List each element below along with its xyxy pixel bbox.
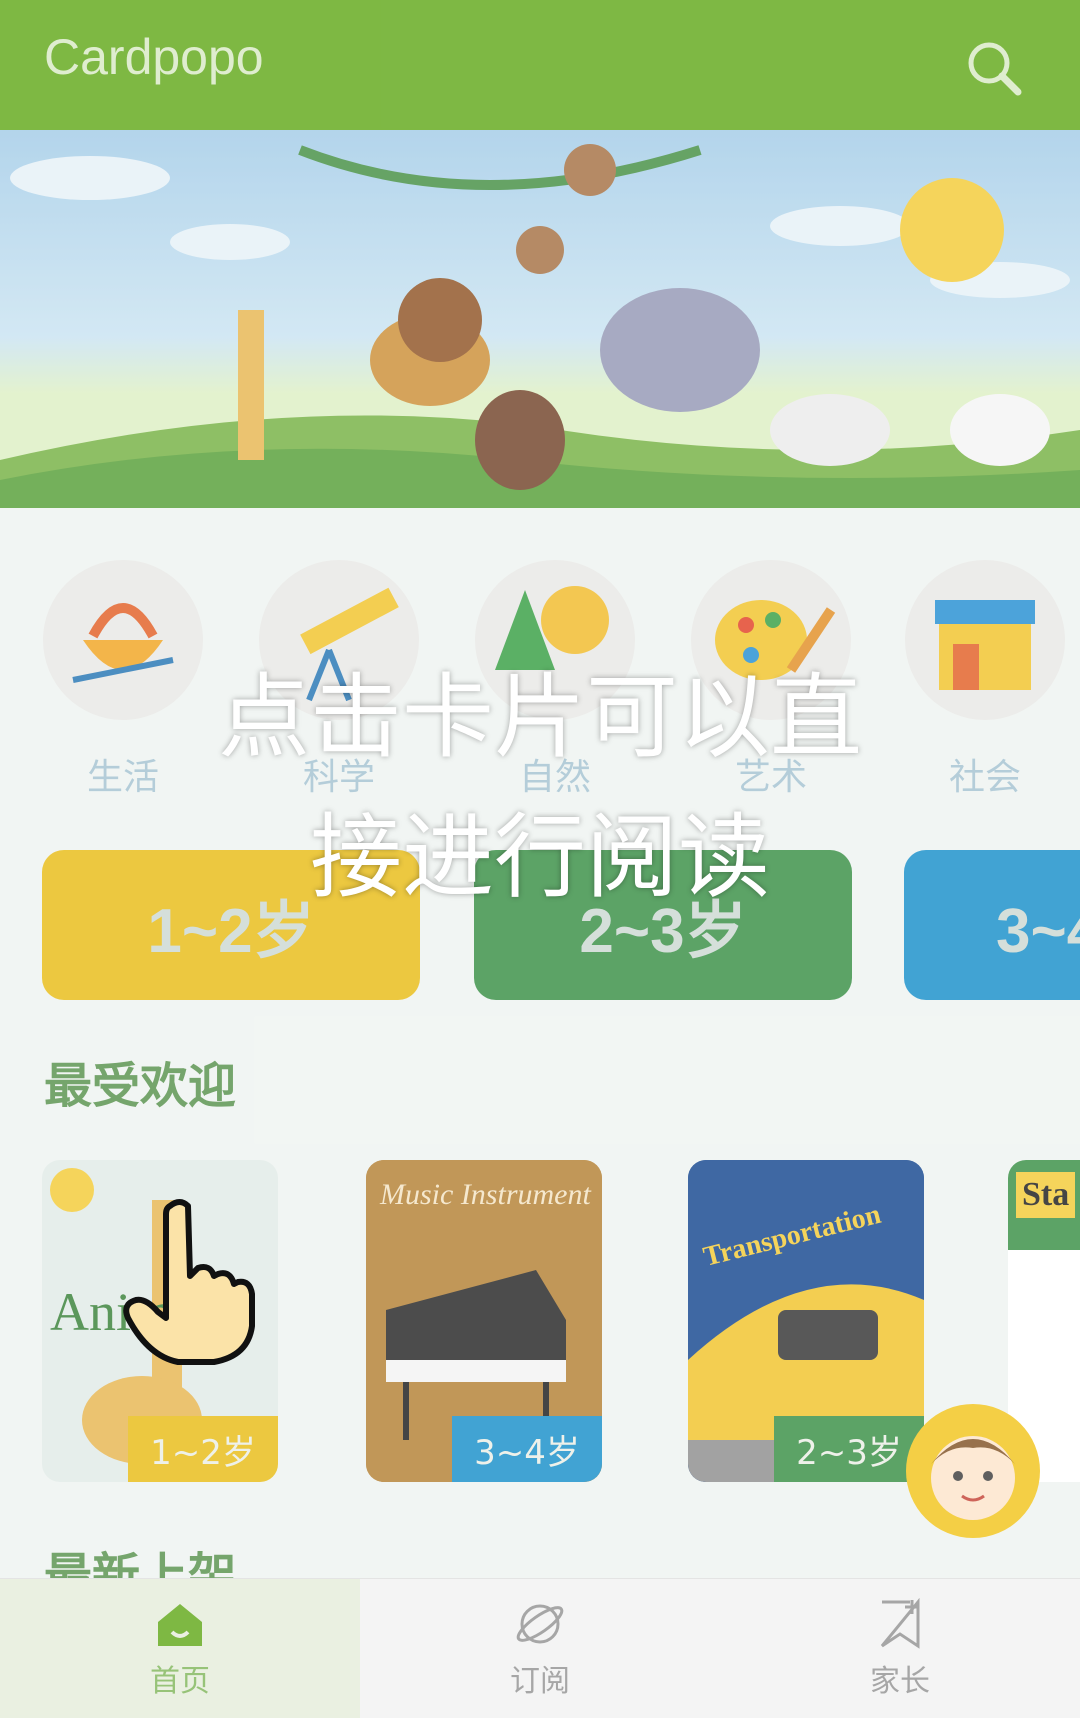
book-card-music[interactable]: Music Instrument 3~4岁 [366, 1160, 602, 1482]
tutorial-hint-text: 点击卡片可以直 接进行阅读 [140, 648, 940, 928]
section-title-popular: 最受欢迎 [44, 1058, 237, 1114]
section-title-newest: 最新上架 [44, 1548, 237, 1582]
top-app-bar: Cardpopo [0, 0, 1080, 130]
age-tag: 1~2岁 [128, 1416, 278, 1482]
mascot-floating-button[interactable] [906, 1404, 1040, 1538]
age-tag: 3~4岁 [452, 1416, 602, 1482]
search-icon[interactable] [962, 36, 1026, 100]
partial-cover-title: Sta [1016, 1172, 1076, 1218]
bookmark-add-icon [880, 1597, 920, 1649]
banner-illustration [0, 144, 1080, 508]
age-label: 3~4岁 [996, 897, 1080, 966]
home-icon [158, 1603, 202, 1646]
partial-cover-band: Sta [1008, 1160, 1080, 1250]
bottom-navigation: 首页 订阅 家长 [0, 1578, 1080, 1718]
planet-icon [516, 1604, 564, 1643]
nav-label: 首页 [150, 1663, 210, 1699]
age-tag: 2~3岁 [774, 1416, 924, 1482]
hero-banner[interactable] [0, 130, 1080, 508]
book-card-transportation[interactable]: Transportation 2~3岁 [688, 1160, 924, 1482]
nav-subscribe[interactable]: 订阅 [360, 1579, 720, 1718]
nav-label: 订阅 [510, 1663, 570, 1699]
hint-line-2: 接进行阅读 [309, 804, 770, 911]
boy-face-icon [931, 1436, 1015, 1520]
nav-home[interactable]: 首页 [0, 1579, 360, 1718]
nav-parent[interactable]: 家长 [720, 1579, 1080, 1718]
hint-line-1: 点击卡片可以直 [217, 664, 862, 771]
music-cover-title: Music Instrument [379, 1178, 591, 1211]
app-title: Cardpopo [44, 29, 264, 85]
nav-label: 家长 [870, 1663, 930, 1699]
pointing-hand-icon [123, 1199, 255, 1365]
